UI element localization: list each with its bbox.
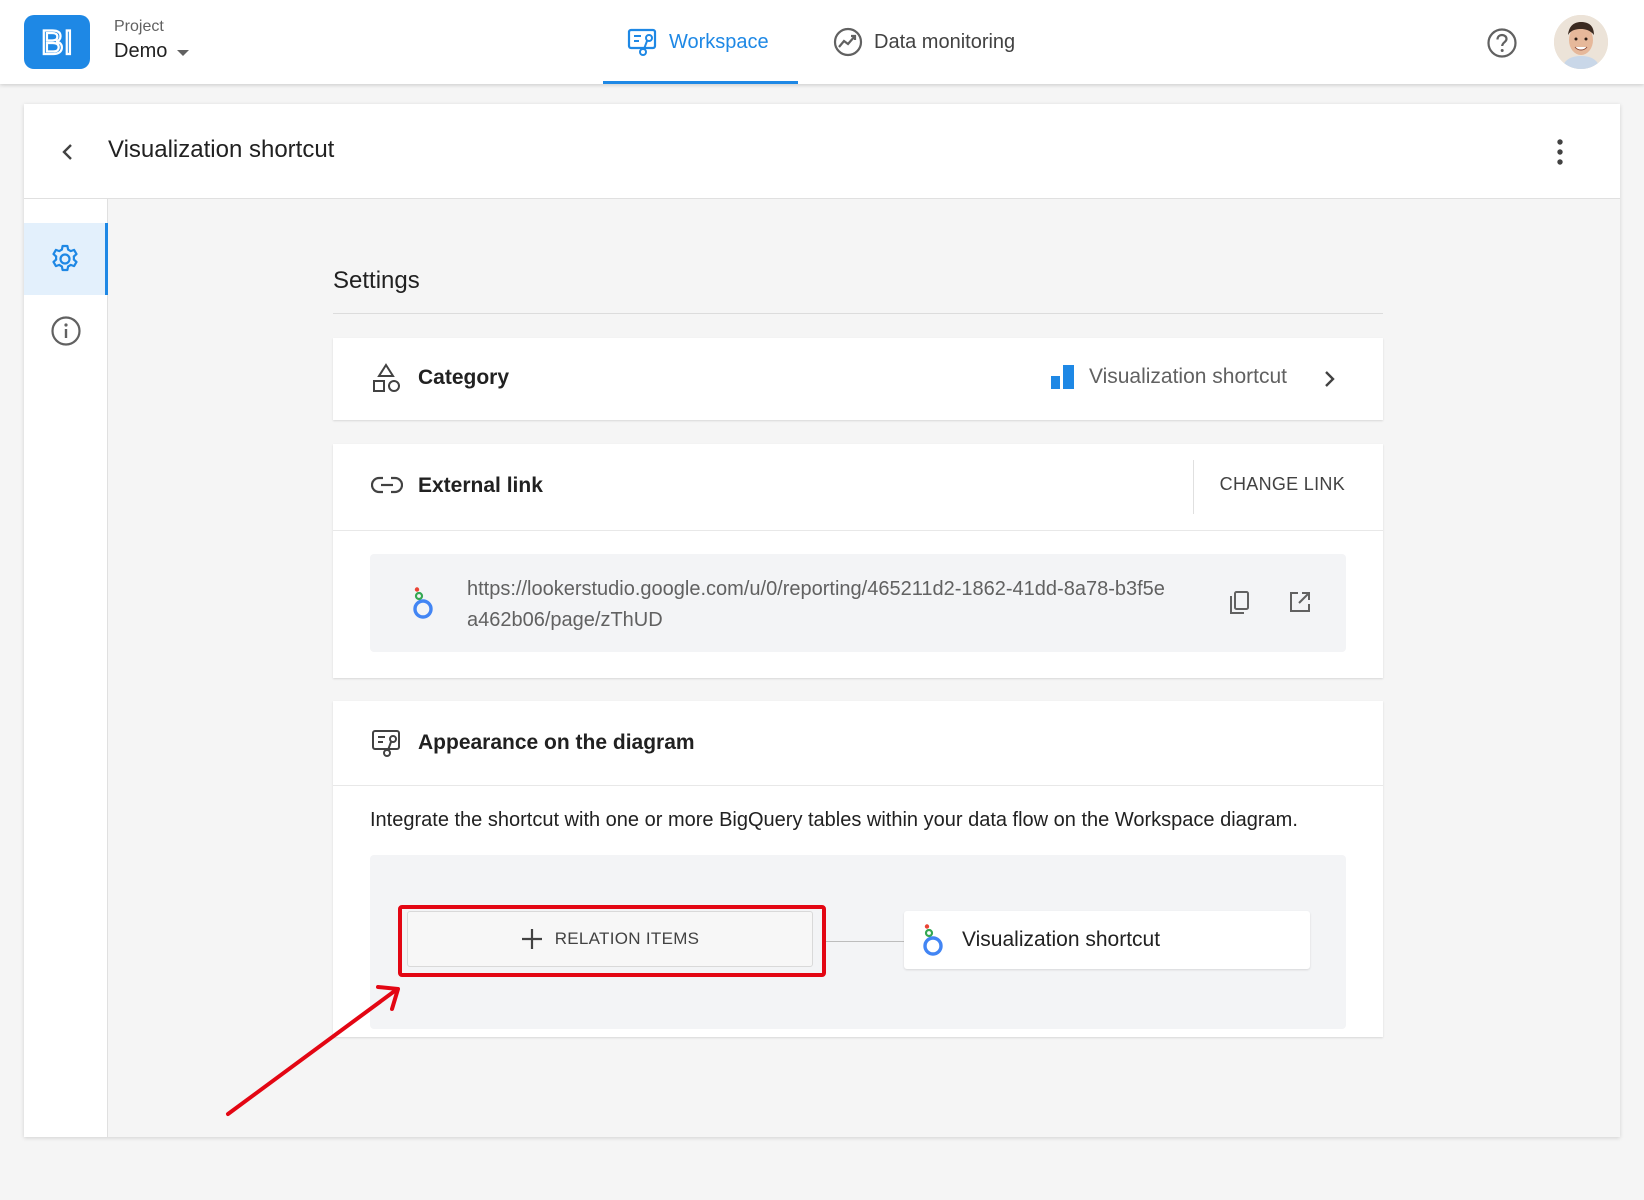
vertical-divider	[1193, 460, 1194, 514]
diagram-node-label: Visualization shortcut	[962, 928, 1161, 951]
settings-divider	[333, 313, 1383, 314]
external-link-card: External link CHANGE LINK https://looker…	[333, 444, 1383, 678]
link-icon	[371, 476, 403, 494]
svg-text:BI: BI	[41, 25, 73, 59]
help-button[interactable]	[1486, 27, 1518, 64]
project-label: Project	[114, 18, 164, 35]
url-box: https://lookerstudio.google.com/u/0/repo…	[370, 554, 1346, 652]
diagram-node[interactable]: Visualization shortcut	[904, 911, 1310, 969]
settings-title: Settings	[333, 267, 420, 294]
highlight-box	[398, 905, 826, 977]
appearance-divider	[333, 785, 1383, 786]
looker-studio-icon	[923, 924, 943, 956]
side-nav-info[interactable]	[24, 295, 108, 367]
info-icon	[51, 316, 81, 346]
side-nav	[24, 199, 108, 1137]
app-logo[interactable]: BI	[24, 15, 90, 69]
diagram-icon-wrap	[371, 728, 403, 758]
user-avatar[interactable]	[1554, 15, 1608, 69]
copy-url-button[interactable]	[1228, 590, 1252, 621]
chevron-right-icon	[1325, 371, 1335, 387]
avatar-image-icon	[1554, 15, 1608, 69]
page-title: Visualization shortcut	[108, 136, 335, 163]
appearance-description: Integrate the shortcut with one or more …	[370, 809, 1298, 831]
category-label: Category	[418, 366, 510, 389]
help-icon	[1487, 28, 1517, 58]
shapes-icon	[373, 363, 400, 392]
diagram-connector	[826, 941, 904, 942]
project-selector[interactable]: Project Demo	[114, 18, 190, 63]
category-chevron[interactable]	[1321, 367, 1337, 396]
project-value[interactable]: Demo	[114, 40, 190, 63]
tab-workspace[interactable]: Workspace	[603, 0, 798, 84]
open-in-new-icon	[1290, 592, 1310, 612]
category-value-text: Visualization shortcut	[1088, 365, 1287, 388]
external-link-label: External link	[418, 474, 543, 497]
panel-header: Visualization shortcut	[24, 104, 1620, 199]
main-panel: Visualization shortcut Settings Category…	[24, 104, 1620, 1137]
appearance-label: Appearance on the diagram	[418, 731, 695, 754]
appearance-card: Appearance on the diagram Integrate the …	[333, 701, 1383, 1037]
category-value[interactable]: Visualization shortcut	[1050, 365, 1287, 389]
url-icon-wrap	[410, 586, 436, 625]
project-name: Demo	[114, 40, 168, 62]
caret-down-icon	[177, 50, 190, 56]
more-options-button[interactable]	[1554, 138, 1566, 171]
open-url-button[interactable]	[1288, 590, 1312, 619]
copy-icon	[1230, 591, 1249, 614]
tab-data-monitoring-label: Data monitoring	[874, 30, 1016, 53]
link-divider	[333, 530, 1383, 531]
monitoring-icon	[833, 27, 863, 57]
chevron-left-icon	[62, 144, 72, 160]
looker-studio-icon	[413, 587, 433, 619]
workspace-icon	[627, 28, 657, 56]
diagram-icon	[372, 730, 400, 757]
tab-data-monitoring[interactable]: Data monitoring	[808, 0, 1039, 84]
category-icon-wrap	[371, 363, 401, 395]
tab-workspace-label: Workspace	[669, 30, 769, 53]
back-button[interactable]	[58, 140, 78, 169]
link-icon-wrap	[371, 474, 403, 496]
more-vert-icon	[1557, 139, 1563, 165]
gear-icon	[51, 244, 78, 272]
external-url[interactable]: https://lookerstudio.google.com/u/0/repo…	[467, 574, 1167, 636]
node-icon-wrap	[920, 923, 946, 957]
diagram-preview: RELATION ITEMS Visualization shortcut	[370, 855, 1346, 1029]
top-bar: BI Project Demo Workspace Data monitorin…	[0, 0, 1644, 84]
bi-logo-icon: BI	[40, 25, 74, 59]
bar-chart-icon	[1050, 365, 1074, 389]
side-nav-settings[interactable]	[24, 223, 108, 295]
category-card[interactable]: Category Visualization shortcut	[333, 338, 1383, 420]
change-link-button[interactable]: CHANGE LINK	[1220, 474, 1345, 495]
